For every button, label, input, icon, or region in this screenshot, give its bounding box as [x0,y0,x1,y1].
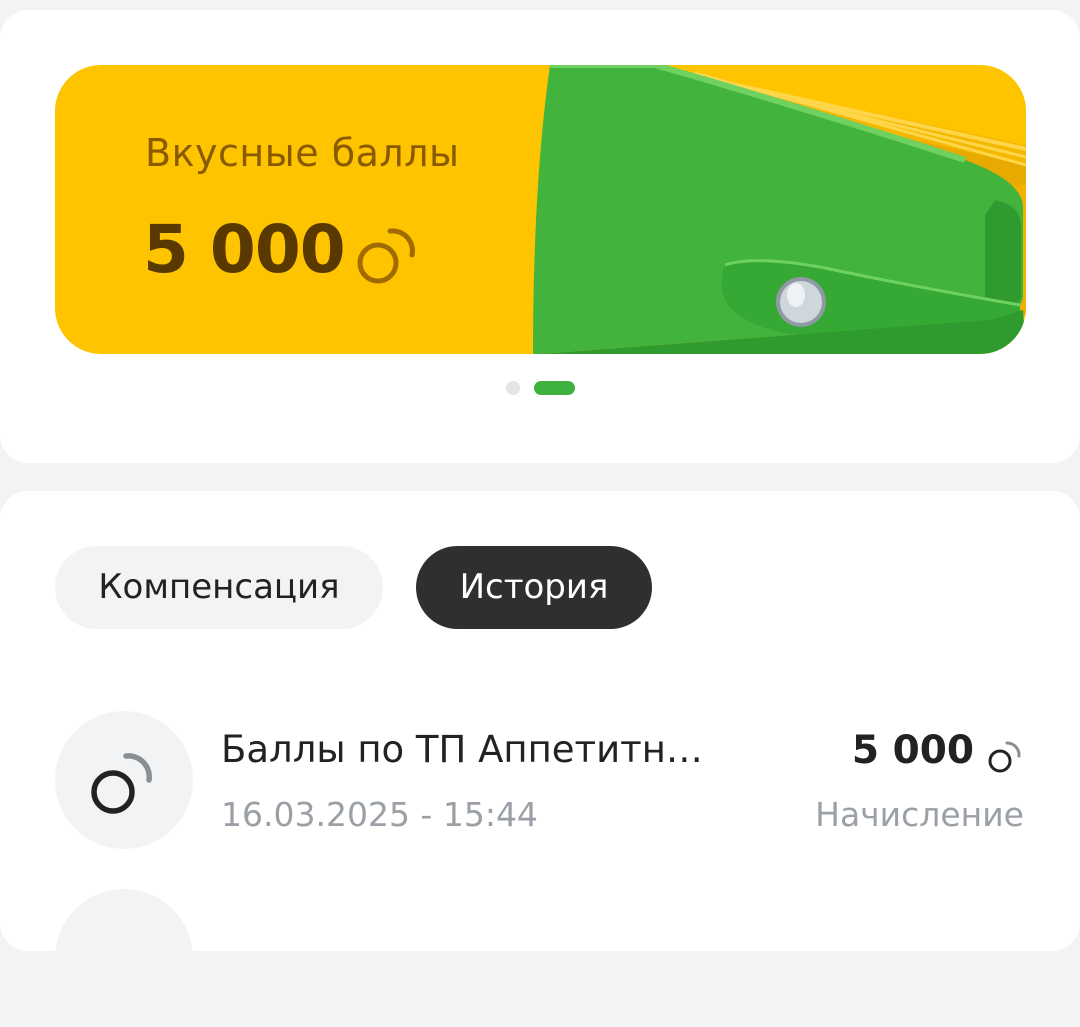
green-wallet-illustration [533,65,1026,354]
banner-points-amount: 5 000 [143,211,346,288]
transaction-title[interactable]: Баллы по ТП Аппетитн… [221,728,703,771]
coin-icon [988,741,1021,773]
coin-icon [357,228,415,284]
tab-compensation[interactable]: Компенсация [55,546,383,629]
transaction-date: 16.03.2025 - 15:44 [221,795,538,834]
transaction-amount: 5 000 [851,728,974,773]
coin-icon [91,753,152,814]
points-banner[interactable]: Вкусные баллы 5 000 [55,65,1026,354]
carousel-dot-1[interactable] [506,381,520,395]
carousel-dot-2-active[interactable] [534,381,575,395]
transaction-type: Начисление [815,795,1024,834]
transaction-icon-badge [55,711,193,849]
transaction-icon-badge [55,889,193,1027]
tab-history[interactable]: История [416,546,652,629]
banner-title: Вкусные баллы [145,131,460,175]
